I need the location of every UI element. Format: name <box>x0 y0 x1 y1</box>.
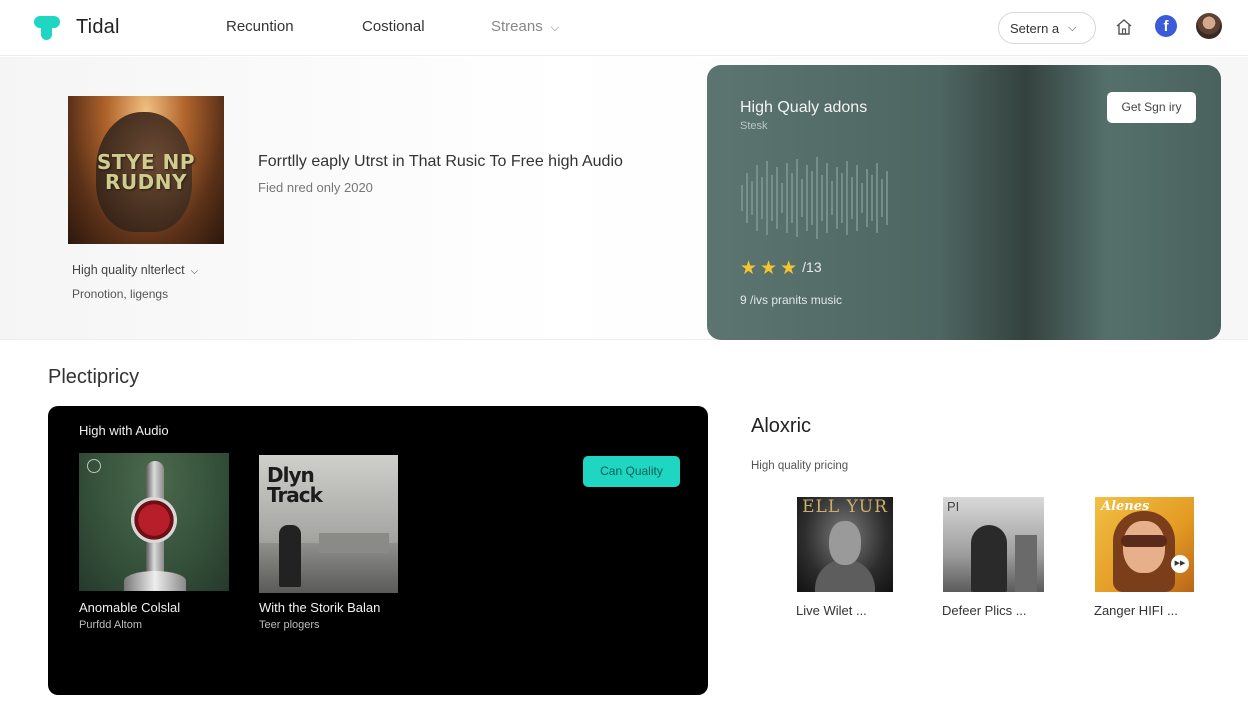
album-card-subtitle: Teer plogers <box>259 619 320 631</box>
chevron-down-icon: ⌵ <box>190 266 199 277</box>
album-card-title: Live Wilet ... <box>796 603 867 618</box>
art-face <box>1123 521 1165 573</box>
album-card[interactable]: ELL YUR Live Wilet ... <box>796 497 893 627</box>
hero-meta: Pronotion, ligengs <box>72 287 169 301</box>
nav-link-streans-label: Streans <box>491 18 543 35</box>
panel-label: High with Audio <box>79 423 169 438</box>
quality-dropdown[interactable]: High quality nlterlect ⌵ <box>72 263 198 277</box>
star-rating: ★★★/13 <box>740 257 822 280</box>
rating-count: /13 <box>802 259 822 275</box>
tidal-logo-icon <box>32 12 62 42</box>
hero-album-art[interactable]: STYE NP RUDNY <box>68 96 224 244</box>
hero-title: Forrtlly eaply Utrst in That Rusic To Fr… <box>258 153 623 170</box>
promo-subtitle: Stesk <box>740 120 768 132</box>
album-card-art: ELL YUR <box>797 497 893 592</box>
album-art-text: Alenes <box>1101 499 1150 514</box>
top-navigation: Tidal Recuntion Costional Streans ⌵ Seter… <box>0 0 1248 56</box>
album-art-text: PI <box>947 499 960 514</box>
chevron-down-icon: ⌵ <box>1068 21 1077 34</box>
can-quality-button[interactable]: Can Quality <box>583 456 680 487</box>
album-card-art: Alenes ▶▶ <box>1095 497 1194 592</box>
promo-note: 9 /ivs pranits music <box>740 293 843 307</box>
star-icon: ★ <box>740 258 761 279</box>
art-figure <box>971 525 1007 592</box>
art-face <box>829 521 861 565</box>
art-base <box>124 571 186 591</box>
brand-mark-icon <box>87 459 101 473</box>
art-glasses <box>1121 535 1167 547</box>
art-city <box>319 533 389 553</box>
album-art-text: Dlyn Track <box>267 463 323 507</box>
album-card-art <box>79 453 229 591</box>
art-ring <box>131 497 177 543</box>
region-select[interactable]: Setern a ⌵ <box>998 12 1096 44</box>
album-card-art: Dlyn Track <box>259 455 398 593</box>
album-card-title: Defeer Plics ... <box>942 603 1027 618</box>
nav-link-recuntion[interactable]: Recuntion <box>226 18 294 35</box>
album-card-subtitle: Purfdd Altom <box>79 619 142 631</box>
get-signup-button[interactable]: Get Sgn iry <box>1107 92 1196 123</box>
nav-link-streans[interactable]: Streans ⌵ <box>491 18 559 35</box>
album-art-text: ELL YUR <box>802 497 888 517</box>
quality-dropdown-label: High quality nlterlect <box>72 263 185 277</box>
hero-subtitle: Fied nred only 2020 <box>258 180 373 195</box>
promo-title: High Qualy adons <box>740 99 868 116</box>
featured-panel: High with Audio Can Quality Anomable Col… <box>48 406 708 695</box>
avatar[interactable] <box>1196 13 1222 39</box>
facebook-icon[interactable]: f <box>1155 15 1177 37</box>
star-icon: ★ <box>780 258 801 279</box>
app-name: Tidal <box>76 15 120 38</box>
section-title: Plectipricy <box>48 366 140 388</box>
art-figure <box>279 525 301 587</box>
album-card[interactable]: Anomable Colslal Purfdd Altom <box>79 453 229 643</box>
home-icon[interactable] <box>1114 17 1134 37</box>
right-section-title: Aloxric <box>751 415 812 437</box>
album-card[interactable]: Alenes ▶▶ Zanger HIFI ... <box>1094 497 1194 627</box>
app-logo[interactable]: Tidal <box>32 12 120 42</box>
star-icon: ★ <box>760 258 781 279</box>
album-card-art: PI <box>943 497 1044 592</box>
album-card-title: Anomable Colslal <box>79 600 181 615</box>
play-icon[interactable]: ▶▶ <box>1171 555 1189 573</box>
nav-link-costional[interactable]: Costional <box>362 18 425 35</box>
region-select-label: Setern a <box>1010 20 1060 36</box>
album-art-text: STYE NP RUDNY <box>96 150 196 194</box>
right-section-subtitle: High quality pricing <box>751 460 849 472</box>
promo-card: High Qualy adons Stesk Get Sgn iry ★★★/1… <box>707 65 1221 340</box>
album-card[interactable]: Dlyn Track With the Storik Balan Teer pl… <box>259 455 398 645</box>
art-building <box>1015 535 1037 592</box>
chevron-down-icon: ⌵ <box>550 22 560 34</box>
album-card-title: Zanger HIFI ... <box>1094 603 1178 618</box>
album-card[interactable]: PI Defeer Plics ... <box>942 497 1044 627</box>
album-card-title: With the Storik Balan <box>259 600 381 615</box>
audio-waveform-icon <box>741 157 888 239</box>
